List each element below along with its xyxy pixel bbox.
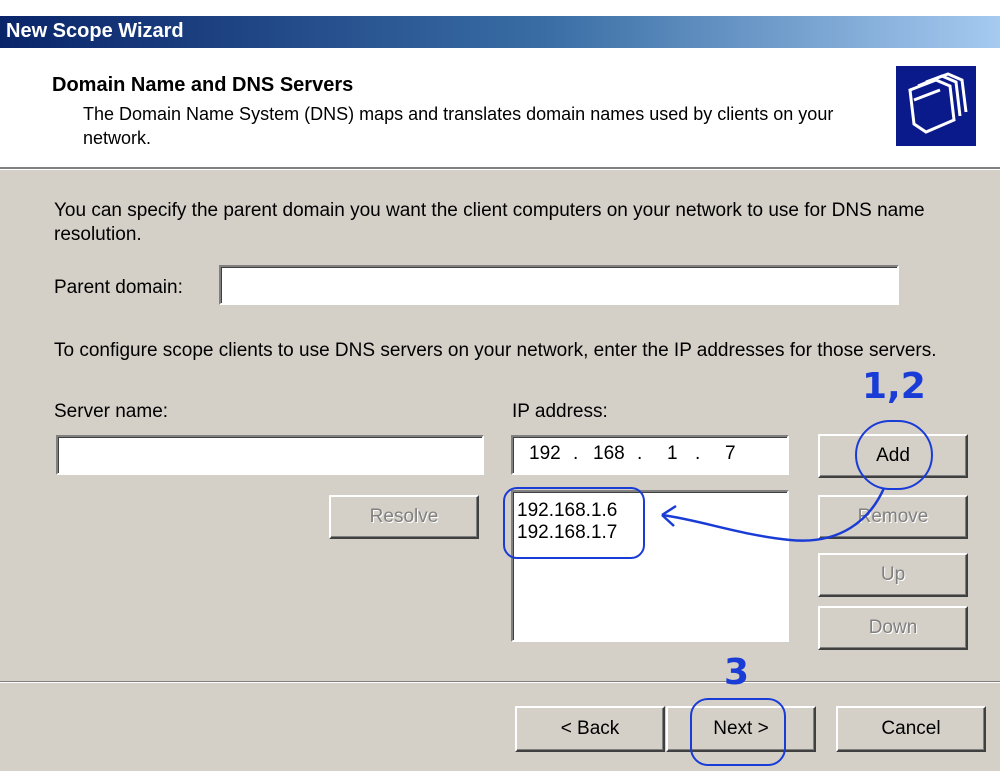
annotation-arrow [661, 487, 886, 542]
wizard-window: New Scope Wizard Domain Name and DNS Ser… [0, 0, 1000, 771]
